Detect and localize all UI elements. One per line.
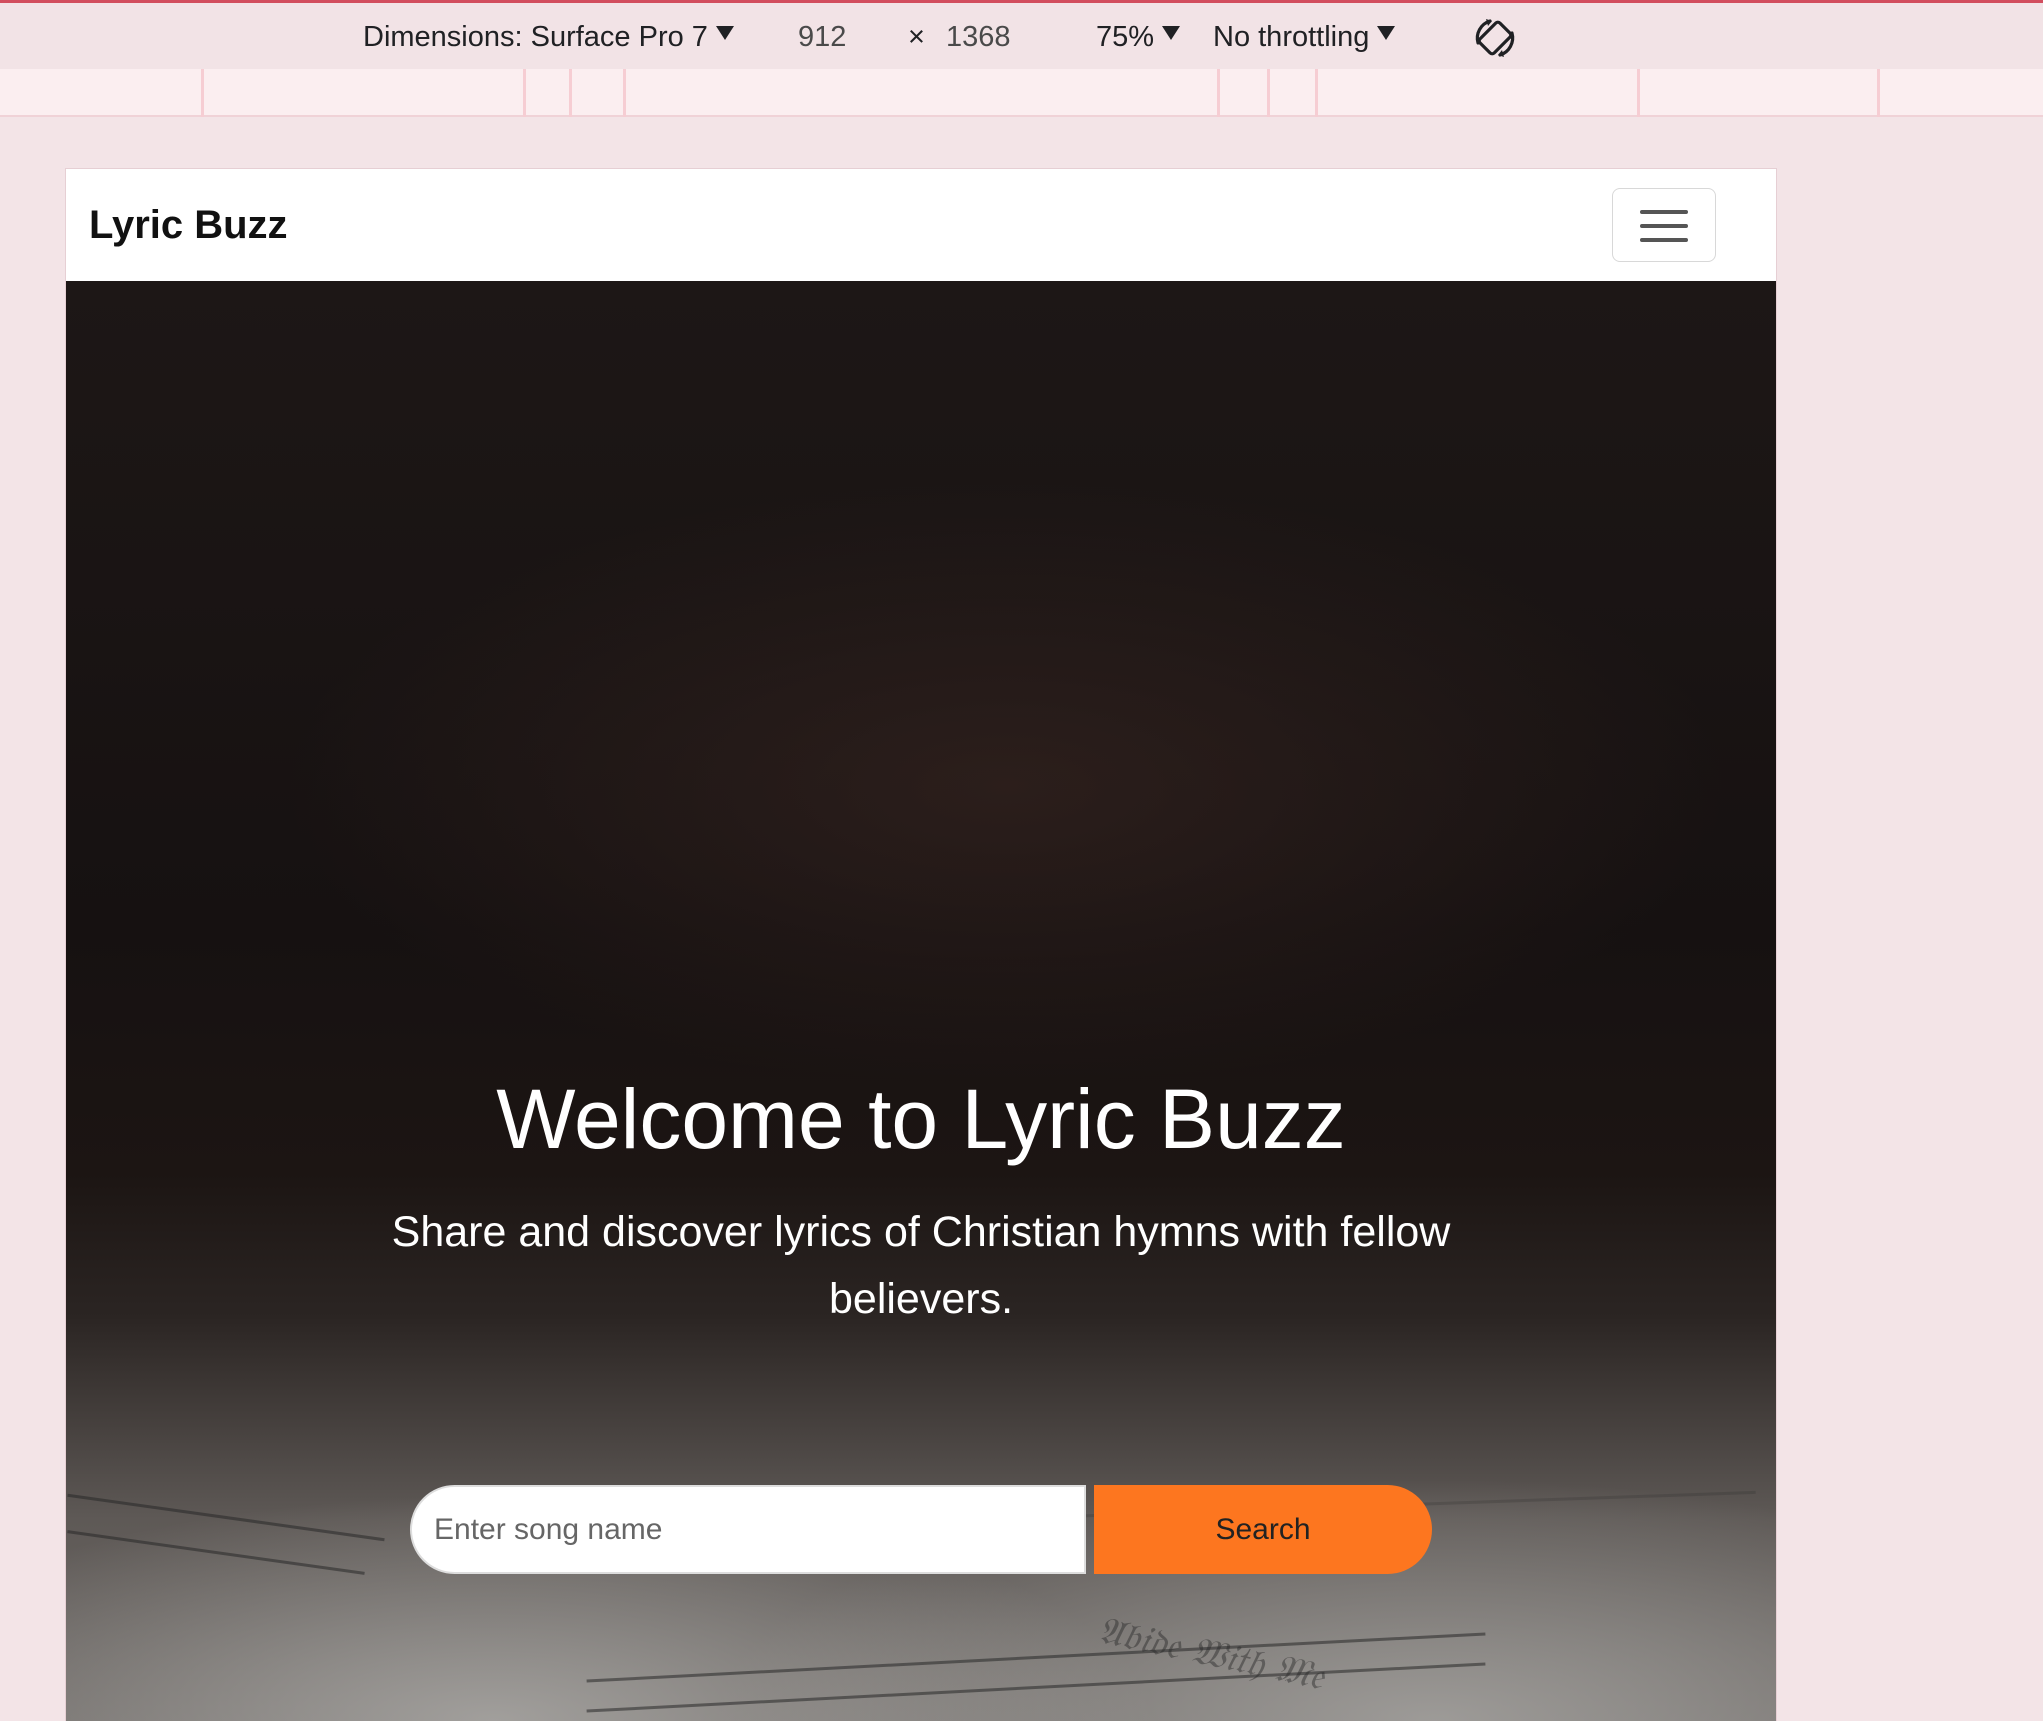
hero-subtitle: Share and discover lyrics of Christian h… bbox=[391, 1208, 1451, 1323]
media-query-segment[interactable] bbox=[1267, 69, 1315, 117]
media-query-segment[interactable] bbox=[0, 69, 201, 117]
hamburger-icon bbox=[1640, 238, 1688, 242]
throttling-dropdown[interactable]: No throttling bbox=[1213, 17, 1396, 57]
hero-title: Welcome to Lyric Buzz bbox=[496, 1072, 1346, 1166]
media-query-segment[interactable] bbox=[1315, 69, 1637, 117]
dimension-separator: × bbox=[908, 21, 925, 53]
media-query-segment[interactable] bbox=[1637, 69, 1877, 117]
music-staff-line bbox=[586, 1662, 1486, 1713]
device-dimensions-dropdown[interactable]: Dimensions: Surface Pro 7 bbox=[363, 17, 734, 57]
music-staff-line bbox=[67, 1530, 365, 1575]
media-query-segment[interactable] bbox=[569, 69, 623, 117]
music-staff-line bbox=[586, 1632, 1486, 1683]
media-query-segment[interactable] bbox=[201, 69, 523, 117]
chevron-down-icon bbox=[715, 26, 734, 40]
media-query-bar bbox=[0, 69, 2043, 117]
site-brand-link[interactable]: Lyric Buzz bbox=[89, 203, 288, 248]
rotate-icon[interactable] bbox=[1472, 15, 1518, 61]
navbar: Lyric Buzz bbox=[66, 169, 1776, 281]
music-staff-line bbox=[67, 1493, 385, 1542]
hamburger-icon bbox=[1640, 210, 1688, 214]
navbar-toggle-button[interactable] bbox=[1612, 188, 1716, 262]
media-query-segment[interactable] bbox=[623, 69, 1217, 117]
throttling-label: No throttling bbox=[1213, 21, 1370, 53]
chevron-down-icon bbox=[1377, 26, 1396, 40]
search-button[interactable]: Search bbox=[1094, 1485, 1432, 1574]
media-query-segment[interactable] bbox=[523, 69, 569, 117]
song-search-input[interactable] bbox=[410, 1485, 1086, 1574]
viewport-width-input[interactable]: 912 bbox=[798, 17, 846, 57]
device-viewport: Lyric Buzz 𝔄𝔟𝔦𝔡𝔢 𝔚𝔦𝔱𝔥 𝔐𝔢 Welcome to Lyri… bbox=[66, 169, 1776, 1721]
device-dimensions-label: Dimensions: Surface Pro 7 bbox=[363, 21, 708, 53]
chevron-down-icon bbox=[1162, 26, 1181, 40]
viewport-height-input[interactable]: 1368 bbox=[946, 17, 1011, 57]
device-toolbar: Dimensions: Surface Pro 7 912 × 1368 75%… bbox=[0, 0, 2043, 69]
zoom-label: 75% bbox=[1096, 21, 1155, 53]
hymn-page-decoration: 𝔄𝔟𝔦𝔡𝔢 𝔚𝔦𝔱𝔥 𝔐𝔢 bbox=[1094, 1607, 1329, 1699]
media-query-segment[interactable] bbox=[1217, 69, 1267, 117]
media-query-segment[interactable] bbox=[1877, 69, 2043, 117]
hamburger-icon bbox=[1640, 224, 1688, 228]
zoom-dropdown[interactable]: 75% bbox=[1096, 17, 1181, 57]
